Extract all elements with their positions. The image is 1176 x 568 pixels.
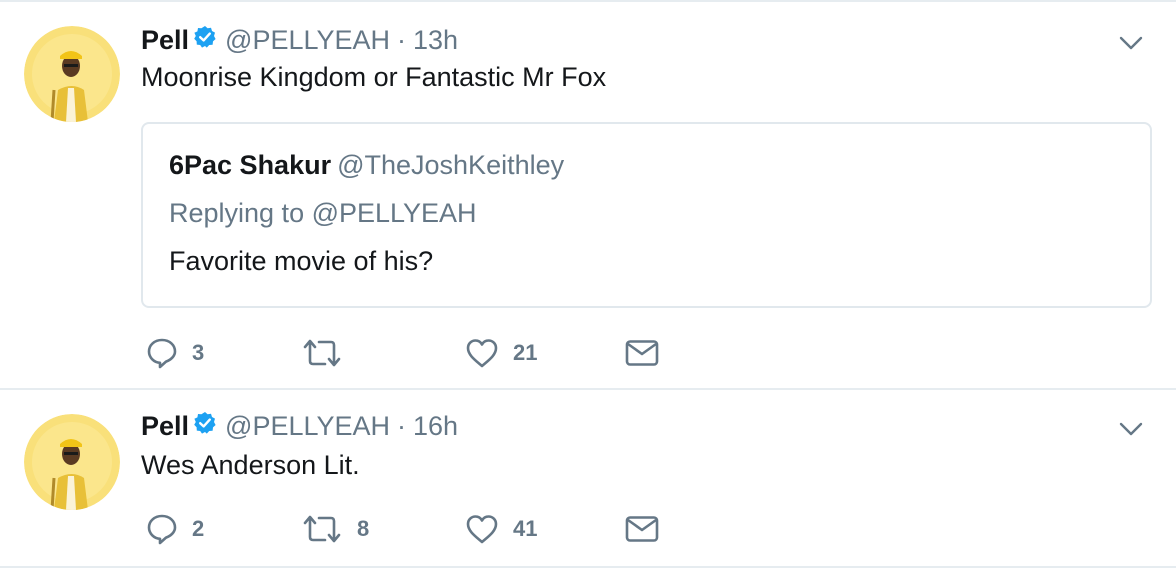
separator: · (397, 410, 407, 441)
verified-badge-icon (193, 25, 217, 49)
heart-icon (465, 513, 499, 545)
retweet-button[interactable] (301, 333, 357, 373)
avatar[interactable] (24, 26, 120, 122)
tweet-header: Pell @PELLYEAH · 16h (141, 406, 458, 446)
retweet-icon (301, 337, 343, 369)
like-button[interactable]: 41 (465, 509, 537, 549)
quoted-tweet[interactable]: 6Pac Shakur @TheJoshKeithley Replying to … (141, 122, 1152, 308)
reply-icon (146, 337, 178, 369)
timestamp[interactable]: 16h (413, 411, 458, 442)
like-count: 21 (513, 340, 538, 365)
quoted-tweet-header: 6Pac Shakur @TheJoshKeithley (169, 150, 564, 181)
tweet-text: Moonrise Kingdom or Fantastic Mr Fox (141, 62, 607, 92)
chevron-down-icon[interactable] (1118, 416, 1144, 442)
like-button[interactable]: 21 (465, 333, 537, 373)
verified-badge-icon (193, 411, 217, 435)
author-handle[interactable]: @PELLYEAH (225, 25, 390, 56)
like-count: 41 (513, 516, 538, 541)
chevron-down-icon[interactable] (1118, 30, 1144, 56)
quoted-author-name: 6Pac Shakur (169, 150, 332, 180)
separator: · (397, 24, 407, 55)
direct-message-button[interactable] (625, 333, 659, 373)
heart-icon (465, 337, 499, 369)
tweet-actions: 2 8 41 (141, 509, 741, 549)
timestamp[interactable]: 13h (413, 25, 458, 56)
retweet-button[interactable]: 8 (301, 509, 369, 549)
direct-message-button[interactable] (625, 509, 659, 549)
quoted-author-handle: @TheJoshKeithley (337, 150, 565, 180)
author-name[interactable]: Pell (141, 411, 189, 442)
envelope-icon (625, 339, 659, 367)
reply-count: 2 (192, 516, 205, 541)
tweet-text: Wes Anderson Lit. (141, 450, 360, 480)
author-handle[interactable]: @PELLYEAH (225, 411, 390, 442)
tweet[interactable]: Pell @PELLYEAH · 16h Wes Anderson Lit. 2 (0, 390, 1176, 568)
reply-button[interactable]: 3 (146, 333, 204, 373)
reply-icon (146, 513, 178, 545)
tweet[interactable]: Pell @PELLYEAH · 13h Moonrise Kingdom or… (0, 2, 1176, 390)
envelope-icon (625, 515, 659, 543)
tweet-actions: 3 21 (141, 333, 741, 373)
retweet-icon (301, 513, 343, 545)
tweet-header: Pell @PELLYEAH · 13h (141, 20, 458, 60)
author-name[interactable]: Pell (141, 25, 189, 56)
avatar[interactable] (24, 414, 120, 510)
quoted-tweet-text: Favorite movie of his? (169, 246, 434, 276)
replying-to-label: Replying to @PELLYEAH (169, 198, 477, 228)
reply-button[interactable]: 2 (146, 509, 204, 549)
retweet-count: 8 (357, 516, 370, 541)
reply-count: 3 (192, 340, 205, 365)
